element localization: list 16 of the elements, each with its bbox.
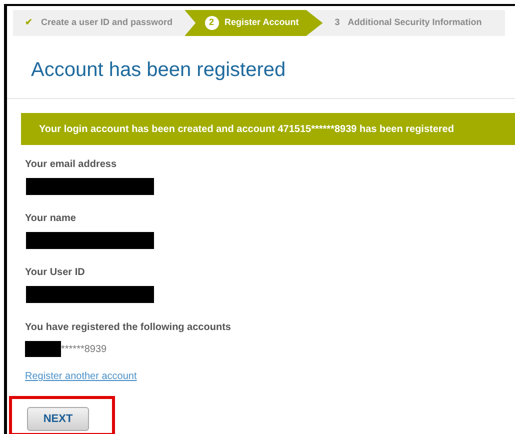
register-another-account-link[interactable]: Register another account [25, 369, 137, 384]
page-title: Account has been registered [31, 58, 287, 82]
field-label: Your email address [25, 158, 118, 172]
step-label: Create a user ID and password [41, 16, 173, 30]
check-icon: ✔ [25, 16, 33, 30]
step-label: Register Account [224, 16, 299, 30]
redaction-bar [25, 341, 61, 357]
step-number: 2 [204, 16, 219, 30]
field-label: Your name [25, 212, 77, 226]
step-label: Additional Security Information [348, 16, 482, 30]
success-banner: Your login account has been created and account 471515******8939 has been registered [21, 113, 515, 145]
field-label: Your User ID [25, 266, 86, 280]
step-number: 3 [334, 16, 340, 30]
account-number: ******8939 [61, 342, 107, 356]
next-button[interactable]: NEXT [27, 407, 89, 431]
field-label: You have registered the following accounts [25, 321, 232, 335]
